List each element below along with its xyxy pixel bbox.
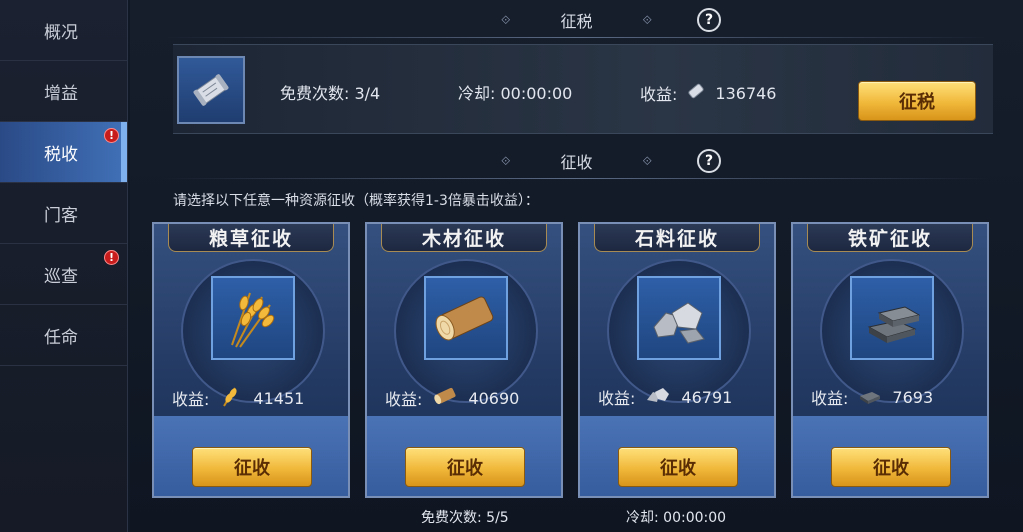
- sidebar-item-label: 任命: [44, 327, 78, 348]
- tax-free-times: 免费次数: 3/4: [280, 84, 381, 103]
- tax-help-icon[interactable]: ?: [697, 8, 721, 32]
- yield-label: 收益:: [385, 390, 423, 409]
- tax-income-label: 收益:: [640, 85, 678, 104]
- tax-scroll-icon: [177, 56, 245, 124]
- log-icon: [424, 276, 508, 360]
- yield-label: 收益:: [811, 389, 849, 408]
- collect-stone-button[interactable]: 征收: [618, 447, 738, 487]
- yield-value: 40690: [468, 388, 520, 408]
- collect-cooldown: 冷却: 00:00:00: [626, 510, 727, 526]
- sidebar-item-label: 增益: [44, 83, 78, 104]
- sidebar: 概况 增益 税收! 门客 巡查! 任命: [0, 0, 128, 532]
- collect-title: 征收: [560, 153, 593, 172]
- collect-help-icon[interactable]: ?: [697, 149, 721, 173]
- iron-card: 铁矿征收 收益: 7693 征收: [791, 222, 989, 498]
- ornament-icon: ⟐: [501, 153, 511, 168]
- ornament-icon: ⟐: [642, 153, 652, 168]
- stone-icon: [637, 276, 721, 360]
- yield-value: 7693: [892, 387, 934, 407]
- sidebar-item-label: 税收: [44, 144, 78, 165]
- wheat-icon: [211, 276, 295, 360]
- yield-value: 46791: [681, 387, 733, 407]
- card-yield: 收益: 41451: [172, 384, 304, 412]
- ornament-icon: ⟐: [642, 12, 652, 27]
- card-title: 石料征收: [594, 224, 760, 252]
- sidebar-item-patrol[interactable]: 巡查!: [0, 244, 127, 305]
- yield-iron-icon: [858, 384, 882, 410]
- collect-grain-button[interactable]: 征收: [192, 447, 312, 487]
- tax-section-title: ⟐ 征税 ⟐: [130, 2, 1023, 38]
- sidebar-item-retainers[interactable]: 门客: [0, 183, 127, 244]
- alert-badge-icon: !: [104, 128, 119, 143]
- card-title: 粮草征收: [168, 224, 334, 252]
- card-yield: 收益: 7693: [811, 384, 933, 410]
- card-title: 铁矿征收: [807, 224, 973, 252]
- yield-label: 收益:: [598, 389, 636, 408]
- tax-income-value: 136746: [715, 83, 777, 103]
- sidebar-item-label: 巡查: [44, 266, 78, 287]
- tax-title: 征税: [560, 12, 593, 31]
- sidebar-item-appoint[interactable]: 任命: [0, 305, 127, 366]
- yield-value: 41451: [253, 388, 305, 408]
- tax-income-icon: [685, 80, 707, 106]
- tax-cooldown: 冷却: 00:00:00: [458, 84, 573, 103]
- alert-badge-icon: !: [104, 250, 119, 265]
- wood-card: 木材征收 收益: 40690 征收: [365, 222, 563, 498]
- yield-label: 收益:: [172, 390, 210, 409]
- stone-card: 石料征收 收益: 46791 征收: [578, 222, 776, 498]
- iron-ingot-icon: [850, 276, 934, 360]
- sidebar-item-tax[interactable]: 税收!: [0, 122, 127, 183]
- yield-wheat-icon: [219, 384, 243, 412]
- collect-section-title: ⟐ 征收 ⟐: [130, 143, 1023, 179]
- card-title: 木材征收: [381, 224, 547, 252]
- grain-card: 粮草征收 收益: 41451 征收: [152, 222, 350, 498]
- collect-free-times: 免费次数: 5/5: [421, 510, 509, 526]
- tax-income: 收益: 136746: [640, 80, 776, 106]
- main-panel: ⟐ 征税 ⟐ ? 免费次数: 3/4 冷却: 00:00:00 收益: 1367…: [130, 0, 1023, 532]
- collect-iron-button[interactable]: 征收: [831, 447, 951, 487]
- ornament-icon: ⟐: [501, 12, 511, 27]
- sidebar-item-buff[interactable]: 增益: [0, 61, 127, 122]
- card-yield: 收益: 46791: [598, 384, 732, 410]
- sidebar-item-label: 概况: [44, 22, 78, 43]
- yield-stone-icon: [645, 384, 671, 410]
- card-yield: 收益: 40690: [385, 384, 519, 412]
- tax-button[interactable]: 征税: [858, 81, 976, 121]
- tax-bar: 免费次数: 3/4 冷却: 00:00:00 收益: 136746 征税: [173, 44, 993, 134]
- yield-log-icon: [432, 384, 458, 412]
- sidebar-item-label: 门客: [44, 205, 78, 226]
- collect-prompt: 请选择以下任意一种资源征收（概率获得1-3倍暴击收益）：: [173, 193, 539, 209]
- collect-wood-button[interactable]: 征收: [405, 447, 525, 487]
- sidebar-item-overview[interactable]: 概况: [0, 0, 127, 61]
